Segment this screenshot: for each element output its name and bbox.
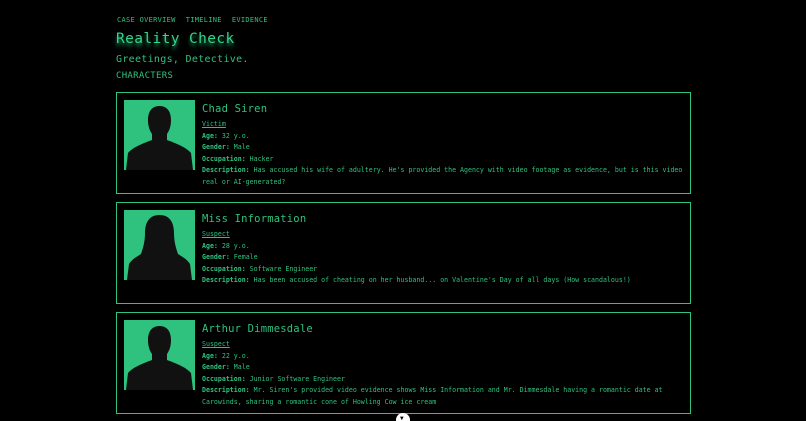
character-info: Miss Information Suspect Age: 28 y.o. Ge… bbox=[202, 213, 684, 287]
top-nav: CASE OVERVIEW TIMELINE EVIDENCE bbox=[117, 16, 268, 24]
character-gender: Gender: Female bbox=[202, 253, 258, 261]
character-info: Chad Siren Victim Age: 32 y.o. Gender: M… bbox=[202, 103, 684, 188]
page: CASE OVERVIEW TIMELINE EVIDENCE Reality … bbox=[0, 0, 806, 421]
page-title: Reality Check bbox=[116, 31, 235, 47]
female-silhouette-icon bbox=[124, 210, 195, 280]
male-silhouette-icon bbox=[124, 320, 195, 390]
character-card[interactable]: Miss Information Suspect Age: 28 y.o. Ge… bbox=[116, 202, 691, 304]
character-list: Chad Siren Victim Age: 32 y.o. Gender: M… bbox=[116, 92, 691, 421]
scroll-down-button[interactable]: ▼ bbox=[396, 413, 410, 421]
character-info: Arthur Dimmesdale Suspect Age: 22 y.o. G… bbox=[202, 323, 684, 408]
character-role-link[interactable]: Victim bbox=[202, 119, 226, 131]
character-occupation: Occupation: Hacker bbox=[202, 154, 274, 163]
character-description: Description: Mr. Siren's provided video … bbox=[202, 386, 663, 406]
character-age: Age: 28 y.o. bbox=[202, 241, 250, 250]
character-gender: Gender: Male bbox=[202, 363, 250, 371]
character-card[interactable]: Chad Siren Victim Age: 32 y.o. Gender: M… bbox=[116, 92, 691, 194]
character-name: Arthur Dimmesdale bbox=[202, 323, 313, 335]
male-silhouette-icon bbox=[124, 100, 195, 170]
nav-evidence[interactable]: EVIDENCE bbox=[232, 16, 268, 24]
character-age: Age: 22 y.o. bbox=[202, 351, 250, 360]
character-description: Description: Has accused his wife of adu… bbox=[202, 166, 683, 186]
nav-case-overview[interactable]: CASE OVERVIEW bbox=[117, 16, 176, 24]
section-label-characters: CHARACTERS bbox=[116, 71, 174, 81]
character-name: Chad Siren bbox=[202, 103, 268, 115]
chevron-down-icon: ▼ bbox=[400, 415, 404, 421]
character-age: Age: 32 y.o. bbox=[202, 131, 250, 140]
character-name: Miss Information bbox=[202, 213, 307, 225]
character-role-link[interactable]: Suspect bbox=[202, 229, 230, 241]
character-description: Description: Has been accused of cheatin… bbox=[202, 276, 631, 284]
character-role-link[interactable]: Suspect bbox=[202, 339, 230, 351]
nav-timeline[interactable]: TIMELINE bbox=[186, 16, 222, 24]
character-occupation: Occupation: Software Engineer bbox=[202, 264, 318, 273]
character-card[interactable]: Arthur Dimmesdale Suspect Age: 22 y.o. G… bbox=[116, 312, 691, 414]
character-occupation: Occupation: Junior Software Engineer bbox=[202, 374, 345, 383]
character-gender: Gender: Male bbox=[202, 143, 250, 151]
greeting-text: Greetings, Detective. bbox=[116, 54, 249, 65]
